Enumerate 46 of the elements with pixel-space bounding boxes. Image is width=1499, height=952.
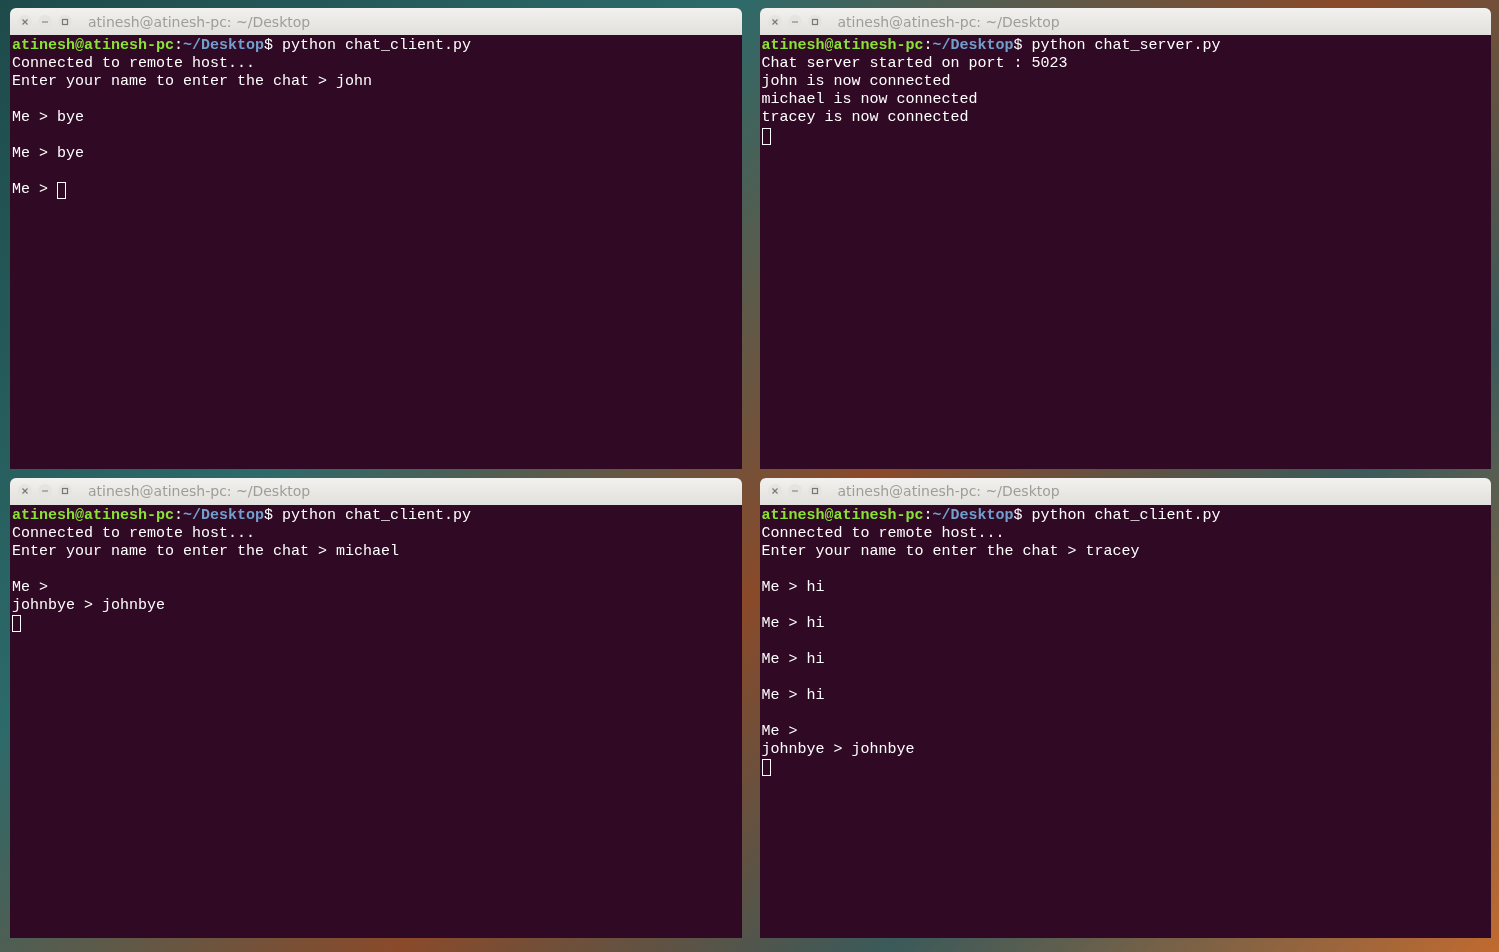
terminal-line: Connected to remote host... <box>12 524 256 543</box>
terminal-line: johnbye > johnbye <box>761 740 915 759</box>
prompt-line: atinesh@atinesh-pc:~/Desktop$ python chat_client.py <box>12 37 472 55</box>
text-cursor <box>761 759 771 776</box>
terminal-line: Enter your name to enter the chat > john <box>12 73 373 91</box>
terminal-line: Me > <box>12 578 48 597</box>
window-title: atinesh@atinesh-pc: ~/Desktop <box>837 13 1060 30</box>
terminal-line: Me > hi <box>761 614 825 633</box>
prompt-line: atinesh@atinesh-pc:~/Desktop$ python chat_server.py <box>761 37 1221 55</box>
terminal-line: tracey is now connected <box>761 109 969 127</box>
close-icon <box>770 17 779 26</box>
terminal-line: Enter your name to enter the chat > tracey <box>761 542 1140 561</box>
minimize-icon <box>790 487 799 495</box>
maximize-icon <box>810 17 819 26</box>
terminal-line: Chat server started on port : 5023 <box>761 55 1068 73</box>
maximize-icon <box>810 487 819 495</box>
terminal-line: Me > bye <box>12 145 84 163</box>
window-title: atinesh@atinesh-pc: ~/Desktop <box>837 483 1060 499</box>
terminal-line: michael is now connected <box>761 91 978 109</box>
prompt-line: atinesh@atinesh-pc:~/Desktop$ python chat_client.py <box>761 506 1221 525</box>
terminal-line: Connected to remote host... <box>761 524 1005 543</box>
close-icon <box>21 17 29 26</box>
maximize-icon <box>61 17 69 26</box>
terminal-line: john is now connected <box>761 73 951 91</box>
text-cursor <box>57 181 67 199</box>
maximize-button[interactable] <box>58 14 72 29</box>
close-icon <box>770 487 779 495</box>
terminal-line: Me > hi <box>761 650 825 669</box>
terminal-line: Enter your name to enter the chat > michael <box>12 542 400 561</box>
prompt-line: atinesh@atinesh-pc:~/Desktop$ python chat_client.py <box>12 506 472 525</box>
text-cursor <box>12 615 21 632</box>
terminal-line: Me > bye <box>12 109 84 127</box>
maximize-icon <box>61 487 69 495</box>
terminal-line: Me > <box>761 722 798 741</box>
close-icon <box>21 487 29 495</box>
terminal-line: Me > hi <box>761 578 825 597</box>
minimize-icon <box>41 487 49 495</box>
text-cursor <box>761 127 771 145</box>
terminal-line: Connected to remote host... <box>12 55 256 73</box>
terminal-line: Me > hi <box>761 686 825 705</box>
window-title: atinesh@atinesh-pc: ~/Desktop <box>88 13 311 30</box>
terminal-line: Me > <box>12 181 49 199</box>
maximize-button[interactable] <box>58 484 72 498</box>
window-title: atinesh@atinesh-pc: ~/Desktop <box>88 483 311 499</box>
terminal-line: johnbye > johnbye <box>12 596 166 615</box>
maximize-button[interactable] <box>807 484 822 498</box>
